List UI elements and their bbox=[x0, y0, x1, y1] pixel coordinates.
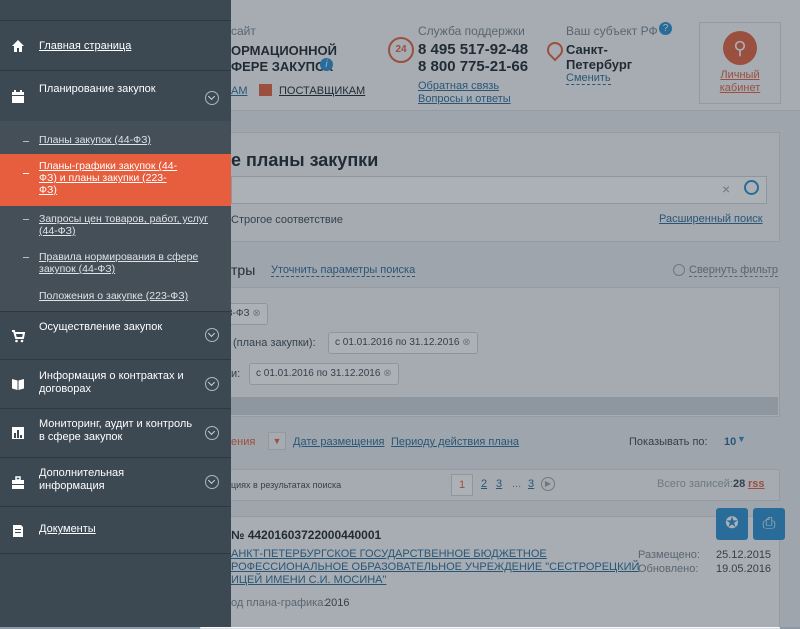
dash-marker bbox=[23, 173, 29, 174]
menu-item-procurement[interactable]: Осуществление закупок bbox=[0, 311, 231, 359]
menu-item-planning[interactable]: Планирование закупок bbox=[0, 70, 231, 121]
book-icon bbox=[12, 379, 24, 390]
menu-item-monitoring[interactable]: Мониторинг, аудит и контроль в сфере зак… bbox=[0, 408, 231, 457]
submenu-item-plans-44fz[interactable]: Планы закупок (44-ФЗ) bbox=[0, 127, 231, 153]
menu-item-documents[interactable]: Документы bbox=[0, 506, 231, 554]
home-icon bbox=[12, 40, 24, 52]
menu-item-label: Документы bbox=[39, 523, 96, 535]
menu-item-label: Дополнительная информация bbox=[39, 467, 125, 492]
menu-item-label: Главная страница bbox=[39, 40, 132, 52]
menu-item-label: Осуществление закупок bbox=[39, 321, 163, 333]
submenu-item-label: Запросы цен товаров, работ, услуг (44-ФЗ… bbox=[39, 213, 209, 237]
calendar-icon bbox=[12, 90, 24, 103]
menu-item-label: Информация о контрактах и договорах bbox=[39, 370, 184, 395]
chevron-down-icon[interactable] bbox=[205, 328, 219, 342]
submenu-item-label: Планы закупок (44-ФЗ) bbox=[39, 134, 151, 146]
chevron-down-icon[interactable] bbox=[205, 426, 219, 440]
submenu-item-regulations-223fz[interactable]: Положения о закупке (223-ФЗ) bbox=[0, 285, 231, 307]
menu-item-label: Мониторинг, аудит и контроль в сфере зак… bbox=[39, 418, 193, 443]
chevron-down-icon[interactable] bbox=[205, 377, 219, 391]
menu-item-contracts[interactable]: Информация о контрактах и договорах bbox=[0, 359, 231, 408]
dash-marker bbox=[23, 141, 29, 142]
dash-marker bbox=[23, 257, 29, 258]
briefcase-icon bbox=[12, 476, 24, 489]
planning-submenu: Планы закупок (44-ФЗ) Планы-графики заку… bbox=[0, 121, 231, 311]
menu-top-strip bbox=[0, 0, 231, 20]
submenu-item-label: Правила нормирования в сфере закупок (44… bbox=[39, 251, 199, 275]
menu-item-label: Планирование закупок bbox=[39, 83, 156, 95]
document-icon bbox=[13, 525, 23, 537]
chart-icon bbox=[12, 427, 24, 439]
menu-item-additional[interactable]: Дополнительная информация bbox=[0, 457, 231, 506]
submenu-item-label: Положения о закупке (223-ФЗ) bbox=[39, 290, 189, 302]
submenu-item-label: Планы-графики закупок (44-ФЗ) и планы за… bbox=[39, 160, 178, 196]
dash-marker bbox=[23, 219, 29, 220]
submenu-item-rules[interactable]: Правила нормирования в сфере закупок (44… bbox=[0, 247, 231, 281]
chevron-down-icon[interactable] bbox=[205, 475, 219, 489]
submenu-item-schedules[interactable]: Планы-графики закупок (44-ФЗ) и планы за… bbox=[0, 154, 231, 206]
cart-icon bbox=[12, 330, 25, 343]
side-menu: Главная страница Планирование закупок Пл… bbox=[0, 0, 231, 627]
submenu-item-price-requests[interactable]: Запросы цен товаров, работ, услуг (44-ФЗ… bbox=[0, 209, 231, 243]
menu-item-home[interactable]: Главная страница bbox=[0, 20, 231, 70]
chevron-down-icon[interactable] bbox=[205, 91, 219, 105]
